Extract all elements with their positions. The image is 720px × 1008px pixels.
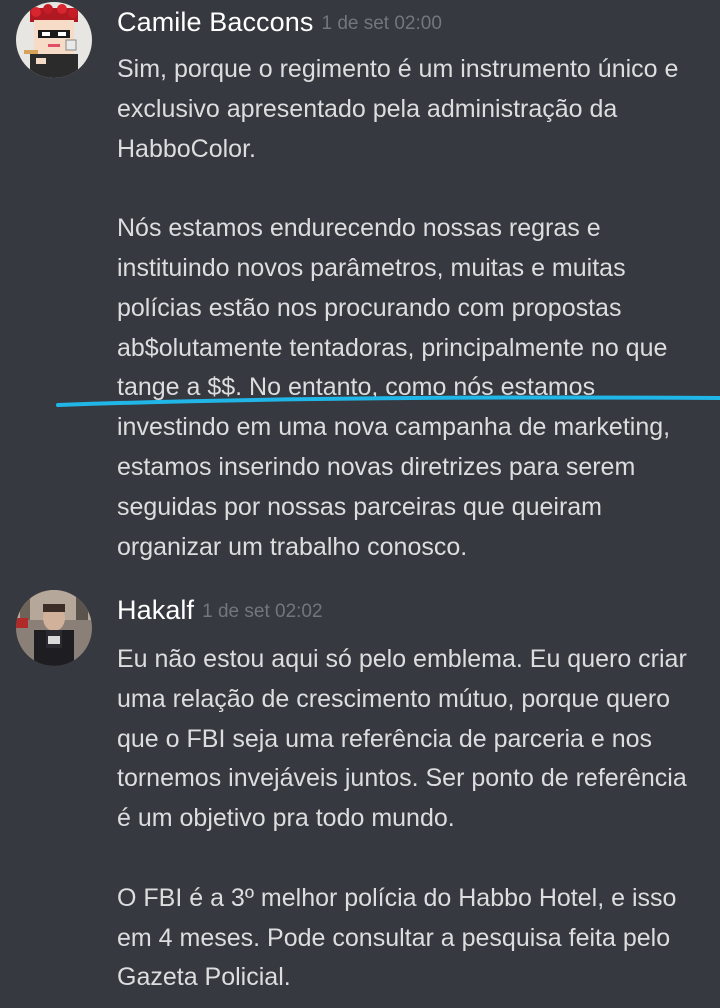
pixel-character-avatar-icon [16,2,92,78]
message-header: Hakalf 1 de set 02:02 [117,595,323,626]
message-paragraph: Nós estamos endurecendo nossas regras e … [117,214,671,561]
message-paragraph: Eu não estou aqui só pelo emblema. Eu qu… [117,645,687,833]
timestamp: 1 de set 02:00 [321,13,442,34]
message-header: Camile Baccons 1 de set 02:00 [117,7,442,38]
message-content: Sim, porque o regimento é um instrumento… [117,50,707,567]
message-paragraph: O FBI é a 3º melhor polícia do Habbo Hot… [117,883,677,992]
avatar[interactable] [16,2,92,78]
avatar[interactable] [16,590,92,666]
timestamp: 1 de set 02:02 [202,601,323,622]
person-photo-avatar-icon [16,590,92,666]
message-paragraph: Sim, porque o regimento é um instrumento… [117,55,679,163]
author-name[interactable]: Camile Baccons [117,7,313,37]
author-name[interactable]: Hakalf [117,595,194,625]
message-content: Eu não estou aqui só pelo emblema. Eu qu… [117,640,707,998]
